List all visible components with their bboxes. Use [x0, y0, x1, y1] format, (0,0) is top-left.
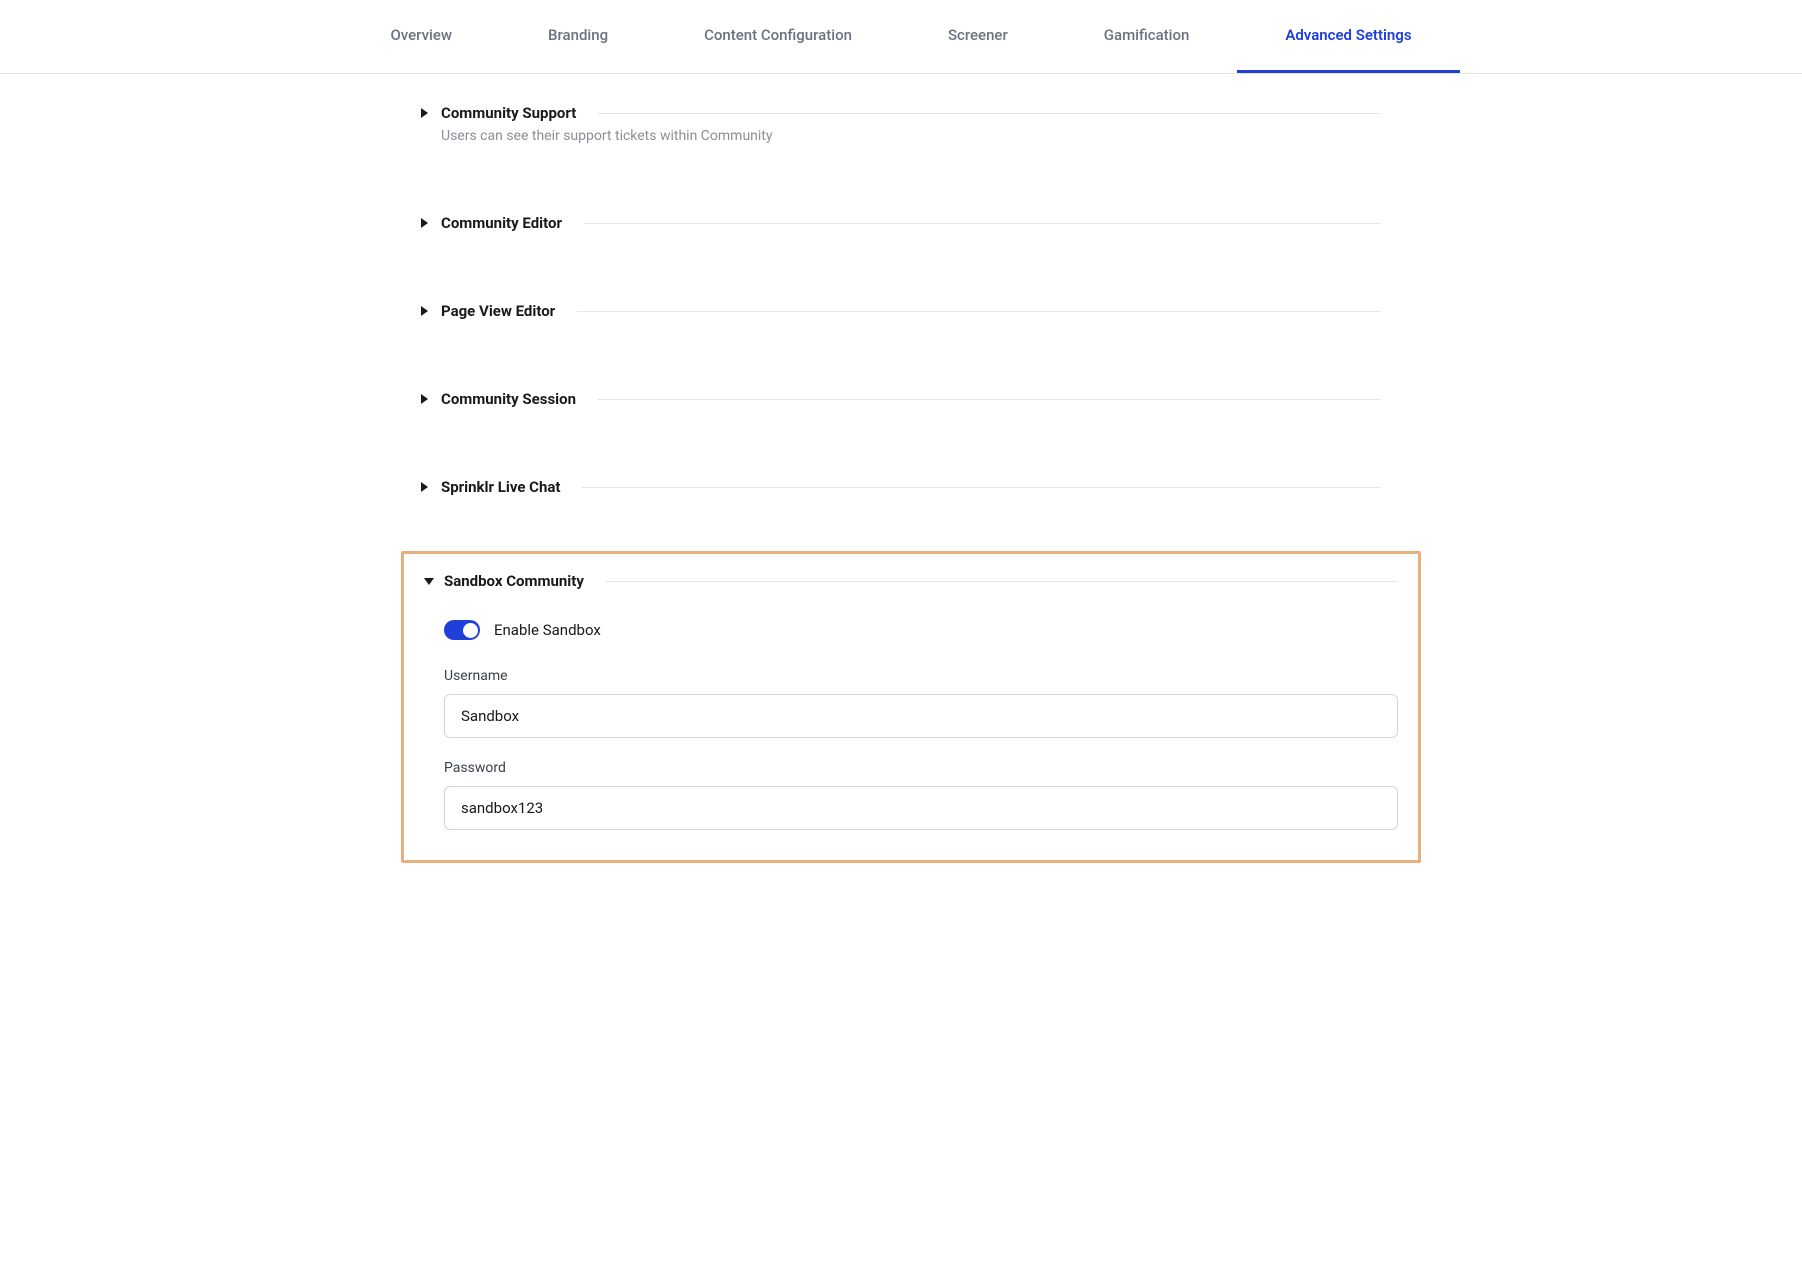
section-header-sprinklr-live-chat[interactable]: Sprinklr Live Chat	[421, 478, 1381, 496]
chevron-right-icon	[421, 306, 431, 316]
tab-branding[interactable]: Branding	[500, 0, 656, 73]
section-sandbox-community-highlighted: Sandbox Community Enable Sandbox Usernam…	[401, 551, 1421, 863]
tab-gamification[interactable]: Gamification	[1056, 0, 1238, 73]
divider-line	[584, 223, 1381, 224]
chevron-right-icon	[421, 218, 431, 228]
section-title: Community Support	[441, 104, 576, 122]
section-header-page-view-editor[interactable]: Page View Editor	[421, 302, 1381, 320]
enable-sandbox-label: Enable Sandbox	[494, 621, 601, 639]
section-title: Community Session	[441, 390, 576, 408]
section-title: Sprinklr Live Chat	[441, 478, 560, 496]
chevron-right-icon	[421, 394, 431, 404]
chevron-right-icon	[421, 108, 431, 118]
enable-sandbox-toggle[interactable]	[444, 620, 480, 640]
section-header-sandbox-community[interactable]: Sandbox Community	[424, 572, 1398, 590]
tab-overview[interactable]: Overview	[342, 0, 500, 73]
divider-line	[598, 399, 1381, 400]
divider-line	[606, 581, 1398, 582]
sandbox-section-body: Enable Sandbox Username Password	[424, 590, 1398, 830]
section-title: Sandbox Community	[444, 572, 584, 590]
username-label: Username	[444, 668, 1398, 684]
section-title: Community Editor	[441, 214, 562, 232]
section-community-support: Community Support Users can see their su…	[401, 104, 1401, 144]
section-community-editor: Community Editor	[401, 214, 1401, 232]
section-page-view-editor: Page View Editor	[401, 302, 1401, 320]
password-label: Password	[444, 760, 1398, 776]
divider-line	[598, 113, 1381, 114]
tab-advanced-settings[interactable]: Advanced Settings	[1237, 0, 1459, 73]
tab-bar: Overview Branding Content Configuration …	[0, 0, 1802, 74]
divider-line	[577, 311, 1381, 312]
divider-line	[582, 487, 1381, 488]
section-title: Page View Editor	[441, 302, 555, 320]
chevron-down-icon	[424, 576, 434, 586]
section-header-community-editor[interactable]: Community Editor	[421, 214, 1381, 232]
content-area: Community Support Users can see their su…	[401, 74, 1401, 943]
section-header-community-support[interactable]: Community Support	[421, 104, 1381, 122]
password-input[interactable]	[444, 786, 1398, 830]
chevron-right-icon	[421, 482, 431, 492]
section-sprinklr-live-chat: Sprinklr Live Chat	[401, 478, 1401, 496]
password-field: Password	[444, 760, 1398, 830]
username-field: Username	[444, 668, 1398, 738]
tab-screener[interactable]: Screener	[900, 0, 1056, 73]
username-input[interactable]	[444, 694, 1398, 738]
tab-content-configuration[interactable]: Content Configuration	[656, 0, 900, 73]
section-subtitle: Users can see their support tickets with…	[441, 128, 1381, 144]
section-header-community-session[interactable]: Community Session	[421, 390, 1381, 408]
section-community-session: Community Session	[401, 390, 1401, 408]
enable-sandbox-row: Enable Sandbox	[444, 620, 1398, 640]
